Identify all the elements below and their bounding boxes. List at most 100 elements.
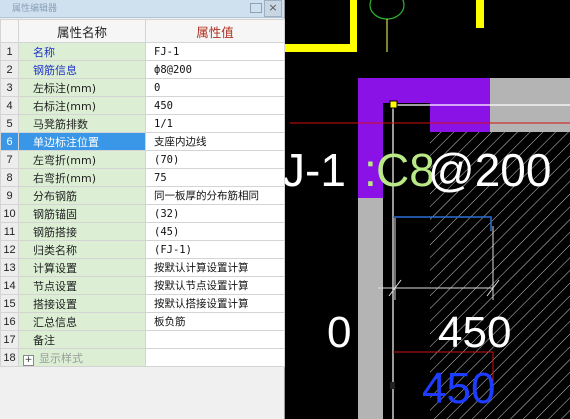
- rebar-label-diameter: C8: [376, 144, 435, 196]
- property-name-label: 搭接设置: [33, 297, 77, 311]
- panel-title: 属性编辑器: [12, 4, 58, 14]
- property-row[interactable]: 13 计算设置 按默认计算设置计算: [0, 258, 285, 277]
- property-name-label: 单边标注位置: [33, 135, 99, 149]
- cursor-marker: [390, 382, 395, 389]
- property-grid: 属性名称 属性值 1 名称 FJ-1 2 钢筋信息 ф8@200 3 左标注(mm) 0 4 右标注…: [0, 19, 285, 367]
- row-number: 5: [0, 114, 19, 133]
- property-name[interactable]: + 显示样式: [18, 348, 146, 367]
- property-row[interactable]: 14 节点设置 按默认节点设置计算: [0, 276, 285, 295]
- property-row[interactable]: 3 左标注(mm) 0: [0, 78, 285, 97]
- property-name-label: 钢筋信息: [33, 63, 77, 77]
- property-name[interactable]: 汇总信息: [18, 312, 146, 331]
- row-number: 9: [0, 186, 19, 205]
- property-name[interactable]: 左标注(mm): [18, 78, 146, 97]
- property-name[interactable]: 右弯折(mm): [18, 168, 146, 187]
- property-value[interactable]: (45): [145, 222, 285, 241]
- property-name[interactable]: 名称: [18, 42, 146, 61]
- property-value[interactable]: ф8@200: [145, 60, 285, 79]
- property-name-label: 右弯折(mm): [33, 171, 97, 185]
- yellow-strip-right: [476, 0, 484, 28]
- property-value[interactable]: 按默认计算设置计算: [145, 258, 285, 277]
- property-name-label: 名称: [33, 45, 55, 59]
- property-name-label: 钢筋搭接: [33, 225, 77, 239]
- property-value[interactable]: 0: [145, 78, 285, 97]
- property-name-label: 钢筋锚固: [33, 207, 77, 221]
- property-row[interactable]: 17 备注: [0, 330, 285, 349]
- row-number: 2: [0, 60, 19, 79]
- row-number: 4: [0, 96, 19, 115]
- property-row[interactable]: 4 右标注(mm) 450: [0, 96, 285, 115]
- property-name-label: 分布钢筋: [33, 189, 77, 203]
- property-name[interactable]: 单边标注位置: [18, 132, 146, 151]
- dim-right-value-blue: 450: [422, 364, 495, 413]
- row-number: 7: [0, 150, 19, 169]
- property-row[interactable]: 2 钢筋信息 ф8@200: [0, 60, 285, 79]
- pin-icon[interactable]: [250, 3, 262, 13]
- row-number: 17: [0, 330, 19, 349]
- property-value[interactable]: 板负筋: [145, 312, 285, 331]
- row-number: 12: [0, 240, 19, 259]
- property-name[interactable]: 右标注(mm): [18, 96, 146, 115]
- property-row[interactable]: 6 单边标注位置 支座内边线: [0, 132, 285, 151]
- rebar-label-colon: :: [364, 144, 377, 196]
- property-name[interactable]: 节点设置: [18, 276, 146, 295]
- property-value[interactable]: (32): [145, 204, 285, 223]
- property-value[interactable]: [145, 330, 285, 349]
- property-row[interactable]: 1 名称 FJ-1: [0, 42, 285, 61]
- row-number: 8: [0, 168, 19, 187]
- header-property-value[interactable]: 属性值: [145, 19, 285, 43]
- property-value[interactable]: 450: [145, 96, 285, 115]
- row-number: 14: [0, 276, 19, 295]
- property-row[interactable]: 18 + 显示样式: [0, 348, 285, 367]
- property-value[interactable]: 1/1: [145, 114, 285, 133]
- property-name[interactable]: 钢筋锚固: [18, 204, 146, 223]
- property-row[interactable]: 10 钢筋锚固 (32): [0, 204, 285, 223]
- property-name-label: 汇总信息: [33, 315, 77, 329]
- property-row[interactable]: 9 分布钢筋 同一板厚的分布筋相同: [0, 186, 285, 205]
- property-name-label: 归类名称: [33, 243, 77, 257]
- property-value[interactable]: 同一板厚的分布筋相同: [145, 186, 285, 205]
- property-name-label: 左弯折(mm): [33, 153, 97, 167]
- property-value[interactable]: [145, 348, 285, 367]
- property-value[interactable]: 按默认节点设置计算: [145, 276, 285, 295]
- property-name[interactable]: 分布钢筋: [18, 186, 146, 205]
- property-name-label: 右标注(mm): [33, 99, 97, 113]
- property-editor-panel: 属性编辑器 × 属性名称 属性值 1 名称 FJ-1 2 钢筋信息 ф8@200 3 左标注(…: [0, 0, 285, 419]
- property-name-label: 左标注(mm): [33, 81, 97, 95]
- property-name[interactable]: 备注: [18, 330, 146, 349]
- property-name[interactable]: 马凳筋排数: [18, 114, 146, 133]
- property-name-label: 计算设置: [33, 261, 77, 275]
- row-number: 11: [0, 222, 19, 241]
- dim-right-value: 450: [438, 308, 511, 357]
- expand-icon[interactable]: +: [23, 354, 34, 366]
- row-number: 15: [0, 294, 19, 313]
- header-property-name[interactable]: 属性名称: [18, 19, 146, 43]
- property-name[interactable]: 计算设置: [18, 258, 146, 277]
- property-name[interactable]: 钢筋信息: [18, 60, 146, 79]
- panel-titlebar[interactable]: 属性编辑器 ×: [0, 0, 284, 18]
- property-name[interactable]: 归类名称: [18, 240, 146, 259]
- property-value[interactable]: 按默认搭接设置计算: [145, 294, 285, 313]
- property-row[interactable]: 11 钢筋搭接 (45): [0, 222, 285, 241]
- property-value[interactable]: (FJ-1): [145, 240, 285, 259]
- property-row[interactable]: 7 左弯折(mm) (70): [0, 150, 285, 169]
- yellow-wall-inner: [284, 0, 350, 44]
- property-name[interactable]: 搭接设置: [18, 294, 146, 313]
- property-value[interactable]: FJ-1: [145, 42, 285, 61]
- property-name-label: 节点设置: [33, 279, 77, 293]
- property-value[interactable]: 75: [145, 168, 285, 187]
- property-name-label: 马凳筋排数: [33, 117, 88, 131]
- grip-point[interactable]: [389, 100, 398, 109]
- row-number: 1: [0, 42, 19, 61]
- row-number: 10: [0, 204, 19, 223]
- property-name[interactable]: 左弯折(mm): [18, 150, 146, 169]
- property-row[interactable]: 15 搭接设置 按默认搭接设置计算: [0, 294, 285, 313]
- property-row[interactable]: 12 归类名称 (FJ-1): [0, 240, 285, 259]
- property-row[interactable]: 8 右弯折(mm) 75: [0, 168, 285, 187]
- property-value[interactable]: 支座内边线: [145, 132, 285, 151]
- property-name[interactable]: 钢筋搭接: [18, 222, 146, 241]
- property-row[interactable]: 5 马凳筋排数 1/1: [0, 114, 285, 133]
- property-value[interactable]: (70): [145, 150, 285, 169]
- property-row[interactable]: 16 汇总信息 板负筋: [0, 312, 285, 331]
- close-button[interactable]: ×: [264, 0, 282, 17]
